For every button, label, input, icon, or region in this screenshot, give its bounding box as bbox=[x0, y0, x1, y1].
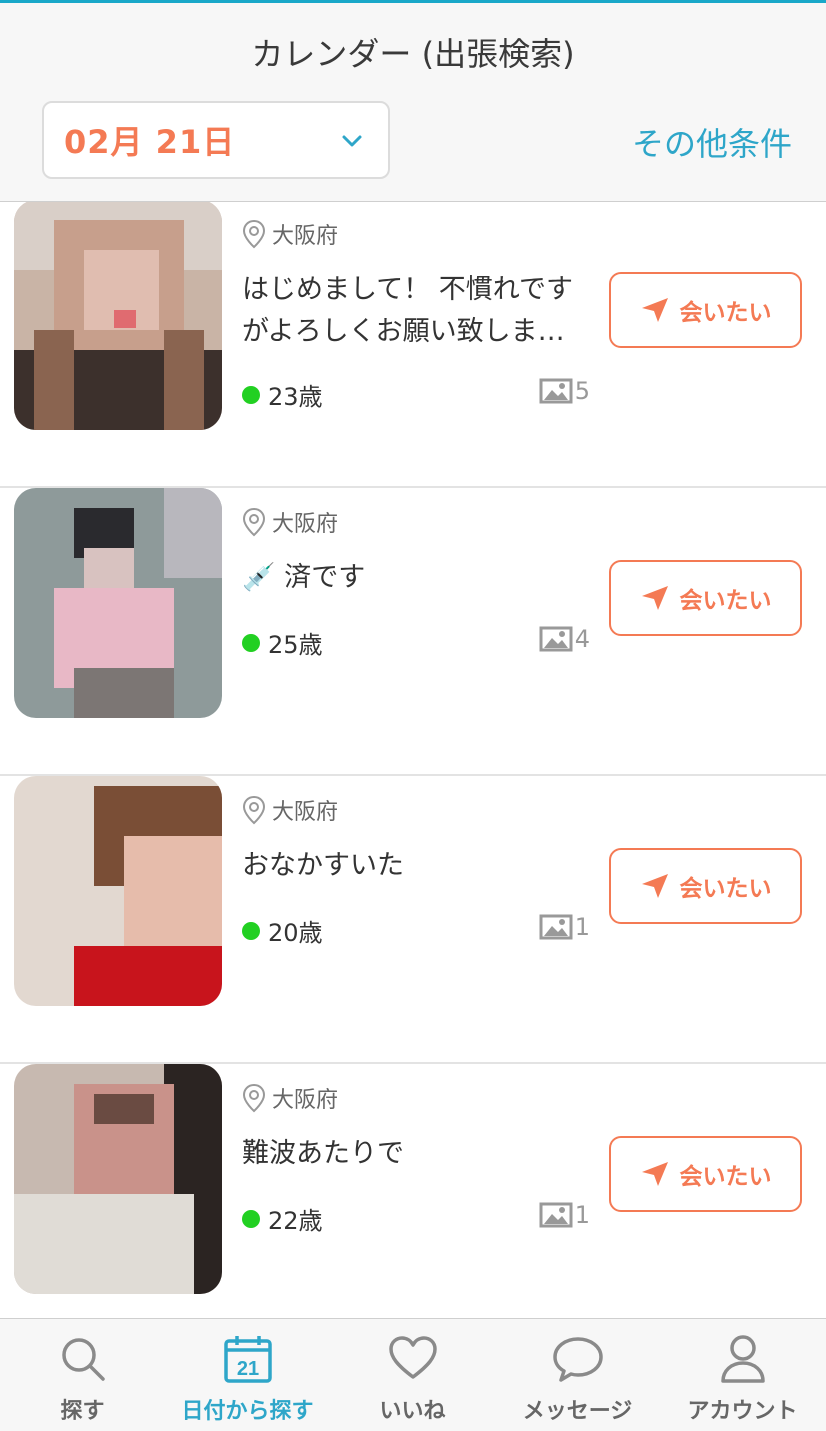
photo-count: 4 bbox=[539, 625, 590, 653]
age-label: 23歳 bbox=[268, 383, 323, 411]
page-title: カレンダー (出張検索) bbox=[251, 35, 575, 73]
online-dot bbox=[242, 1209, 260, 1228]
want-to-meet-button[interactable]: 会いたい bbox=[609, 1136, 802, 1212]
list-item[interactable]: 大阪府 おなかすいた 20歳 1 会いたい bbox=[0, 776, 826, 1064]
location: 大阪府 bbox=[242, 1082, 338, 1114]
chat-bubble-icon bbox=[552, 1337, 603, 1382]
location: 大阪府 bbox=[242, 794, 338, 826]
age-status: 23歳 bbox=[242, 377, 323, 412]
send-icon bbox=[641, 874, 668, 898]
send-icon bbox=[641, 1162, 668, 1186]
want-to-meet-label: 会いたい bbox=[679, 588, 772, 614]
message-line-1: 💉 済です bbox=[242, 562, 366, 593]
want-to-meet-label: 会いたい bbox=[679, 876, 772, 902]
profile-message: 💉 済です bbox=[242, 557, 602, 599]
want-to-meet-label: 会いたい bbox=[679, 300, 772, 326]
message-line-2: がよろしくお願い致しま… bbox=[242, 316, 565, 347]
tab-label: 探す bbox=[60, 1399, 105, 1424]
date-value: 02月 21日 bbox=[64, 123, 236, 161]
want-to-meet-label: 会いたい bbox=[679, 1164, 772, 1190]
want-to-meet-button[interactable]: 会いたい bbox=[609, 848, 802, 924]
location: 大阪府 bbox=[242, 506, 338, 538]
location-label: 大阪府 bbox=[272, 224, 339, 249]
location-label: 大阪府 bbox=[272, 512, 339, 537]
location: 大阪府 bbox=[242, 218, 338, 250]
profile-photo[interactable] bbox=[14, 776, 222, 1006]
other-conditions-link[interactable]: その他条件 bbox=[632, 119, 792, 165]
message-line-1: 難波あたりで bbox=[242, 1138, 404, 1169]
photo-count-value: 4 bbox=[574, 625, 590, 653]
profile-photo[interactable] bbox=[14, 1064, 222, 1294]
tab-date-search[interactable]: 21 日付から探す bbox=[165, 1319, 330, 1431]
tab-label: いいね bbox=[379, 1399, 446, 1424]
list-item[interactable]: 大阪府 💉 済です 25歳 4 会いたい bbox=[0, 488, 826, 776]
chevron-down-icon bbox=[342, 135, 362, 147]
online-dot bbox=[242, 921, 260, 940]
tab-messages[interactable]: メッセージ bbox=[495, 1319, 660, 1431]
tab-label: アカウント bbox=[687, 1399, 798, 1424]
tab-likes[interactable]: いいね bbox=[330, 1319, 495, 1431]
tab-search[interactable]: 探す bbox=[0, 1319, 165, 1431]
profile-photo[interactable] bbox=[14, 202, 222, 430]
search-icon bbox=[61, 1338, 105, 1381]
age-label: 20歳 bbox=[268, 919, 323, 947]
age-status: 22歳 bbox=[242, 1201, 323, 1236]
photo-count-value: 5 bbox=[574, 377, 590, 405]
calendar-day: 21 bbox=[236, 1358, 258, 1380]
message-line-1: はじめまして！ 不慣れです bbox=[242, 274, 573, 305]
map-pin-icon bbox=[242, 795, 266, 825]
profile-message: おなかすいた bbox=[242, 845, 602, 887]
date-select[interactable]: 02月 21日 bbox=[42, 101, 390, 179]
app-root: カレンダー (出張検索) 02月 21日 その他条件 大阪府 はじめまして！ 不… bbox=[0, 0, 826, 1431]
age-label: 25歳 bbox=[268, 631, 323, 659]
header: カレンダー (出張検索) 02月 21日 その他条件 bbox=[0, 0, 826, 202]
photo-count: 1 bbox=[539, 913, 590, 941]
send-icon bbox=[641, 586, 668, 610]
tab-account[interactable]: アカウント bbox=[660, 1319, 825, 1431]
profile-photo[interactable] bbox=[14, 488, 222, 718]
age-label: 22歳 bbox=[268, 1207, 323, 1235]
want-to-meet-button[interactable]: 会いたい bbox=[609, 272, 802, 348]
list-item[interactable]: 大阪府 難波あたりで 22歳 1 会いたい bbox=[0, 1064, 826, 1318]
image-icon bbox=[539, 626, 573, 652]
map-pin-icon bbox=[242, 219, 266, 249]
location-label: 大阪府 bbox=[272, 800, 339, 825]
age-status: 20歳 bbox=[242, 913, 323, 948]
map-pin-icon bbox=[242, 1083, 266, 1113]
heart-icon bbox=[388, 1336, 437, 1379]
online-dot bbox=[242, 633, 260, 652]
calendar-icon: 21 bbox=[223, 1336, 272, 1383]
image-icon bbox=[539, 378, 573, 404]
photo-count: 5 bbox=[539, 377, 590, 405]
tab-label: 日付から探す bbox=[181, 1399, 314, 1424]
age-status: 25歳 bbox=[242, 625, 323, 660]
photo-count: 1 bbox=[539, 1201, 590, 1229]
person-icon bbox=[720, 1335, 765, 1383]
photo-count-value: 1 bbox=[574, 1201, 590, 1229]
image-icon bbox=[539, 914, 573, 940]
list-item[interactable]: 大阪府 はじめまして！ 不慣れです がよろしくお願い致しま… 23歳 5 会いた… bbox=[0, 202, 826, 488]
map-pin-icon bbox=[242, 507, 266, 537]
location-label: 大阪府 bbox=[272, 1088, 339, 1113]
image-icon bbox=[539, 1202, 573, 1228]
profile-message: はじめまして！ 不慣れです がよろしくお願い致しま… bbox=[242, 269, 602, 353]
profile-list[interactable]: 大阪府 はじめまして！ 不慣れです がよろしくお願い致しま… 23歳 5 会いた… bbox=[0, 202, 826, 1318]
bottom-tab-bar: 探す 21 日付から探す いいね メッセージ アカウント bbox=[0, 1318, 826, 1431]
send-icon bbox=[641, 298, 668, 322]
photo-count-value: 1 bbox=[574, 913, 590, 941]
profile-message: 難波あたりで bbox=[242, 1133, 602, 1175]
message-line-1: おなかすいた bbox=[242, 850, 404, 881]
tab-label: メッセージ bbox=[522, 1399, 633, 1424]
online-dot bbox=[242, 385, 260, 404]
want-to-meet-button[interactable]: 会いたい bbox=[609, 560, 802, 636]
